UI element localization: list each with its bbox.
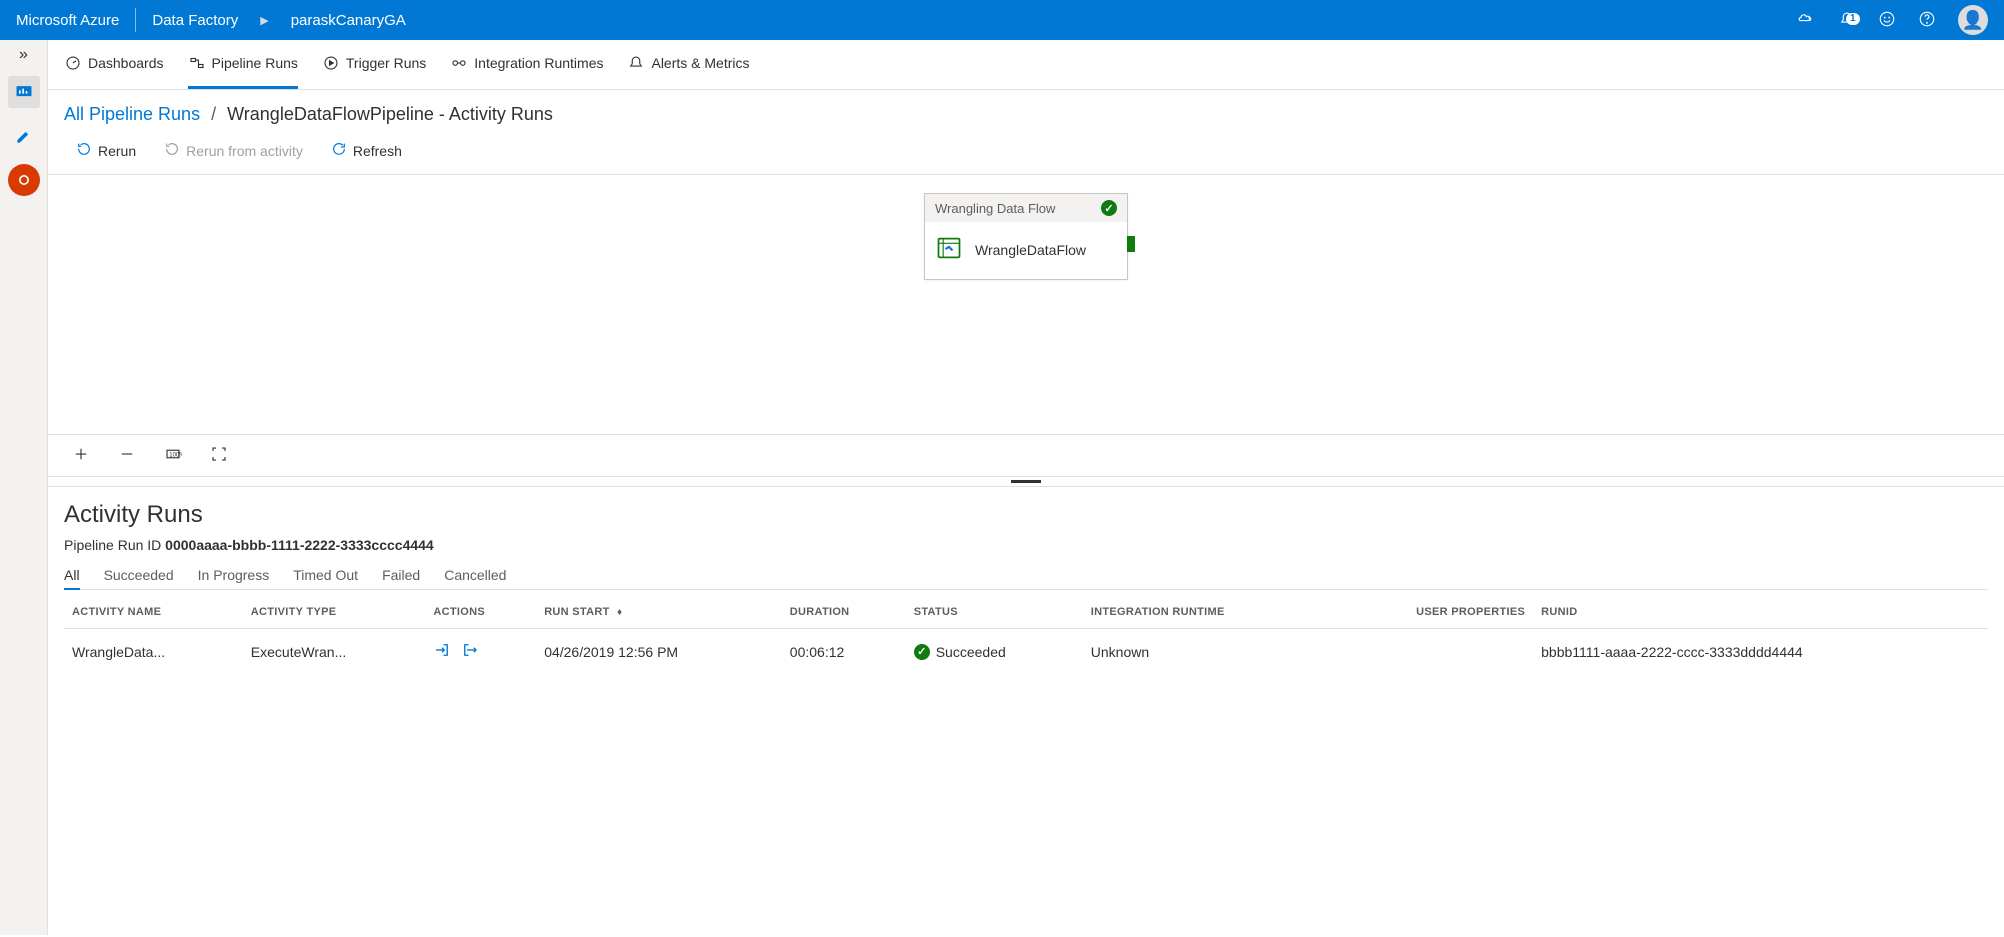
- notifications-icon[interactable]: 1: [1838, 10, 1856, 31]
- input-details-icon[interactable]: [433, 641, 451, 662]
- tab-trigger-runs[interactable]: Trigger Runs: [322, 40, 426, 89]
- breadcrumb-separator: /: [211, 104, 216, 124]
- col-run-start[interactable]: RUN START ♦: [536, 594, 782, 629]
- cell-run-start: 04/26/2019 12:56 PM: [536, 629, 782, 675]
- cell-integration-runtime: Unknown: [1083, 629, 1329, 675]
- expand-rail-icon[interactable]: »: [19, 46, 28, 64]
- split-handle[interactable]: [48, 477, 2004, 487]
- zoom-reset-icon[interactable]: 100%: [164, 445, 182, 466]
- output-details-icon[interactable]: [461, 641, 479, 662]
- tab-alerts-metrics[interactable]: Alerts & Metrics: [627, 40, 749, 89]
- col-activity-type[interactable]: ACTIVITY TYPE: [243, 594, 426, 629]
- zoom-fit-icon[interactable]: [210, 445, 228, 466]
- col-runid[interactable]: RUNID: [1533, 594, 1988, 629]
- monitor-icon[interactable]: [8, 76, 40, 108]
- cell-activity-name: WrangleData...: [64, 629, 243, 675]
- tab-label: Trigger Runs: [346, 55, 426, 71]
- status-filters: All Succeeded In Progress Timed Out Fail…: [64, 567, 1988, 590]
- col-run-start-label: RUN START: [544, 606, 609, 618]
- node-type-label: Wrangling Data Flow: [935, 201, 1055, 216]
- sort-icon: ♦: [617, 607, 622, 618]
- help-icon[interactable]: [1918, 10, 1936, 31]
- notification-count: 1: [1846, 13, 1860, 25]
- success-check-icon: [914, 644, 930, 660]
- service-crumb[interactable]: Data Factory: [152, 12, 238, 29]
- rerun-from-activity-button: Rerun from activity: [164, 141, 303, 160]
- filter-in-progress[interactable]: In Progress: [198, 567, 270, 583]
- action-label: Rerun from activity: [186, 143, 303, 159]
- run-id-value: 0000aaaa-bbbb-1111-2222-3333cccc4444: [165, 537, 434, 553]
- output-port[interactable]: [1127, 236, 1135, 252]
- cell-activity-type: ExecuteWran...: [243, 629, 426, 675]
- tab-label: Pipeline Runs: [212, 55, 298, 71]
- filter-cancelled[interactable]: Cancelled: [444, 567, 506, 583]
- cell-user-properties: [1328, 629, 1533, 675]
- activity-node[interactable]: Wrangling Data Flow WrangleDataFlow: [924, 193, 1128, 280]
- section-heading: Activity Runs: [64, 501, 1988, 529]
- brand-label[interactable]: Microsoft Azure: [16, 12, 119, 29]
- col-duration[interactable]: DURATION: [782, 594, 906, 629]
- tab-pipeline-runs[interactable]: Pipeline Runs: [188, 40, 298, 89]
- cell-actions: [425, 629, 536, 675]
- action-label: Rerun: [98, 143, 136, 159]
- top-bar: Microsoft Azure Data Factory ▶ paraskCan…: [0, 0, 2004, 40]
- dataflow-icon: [935, 234, 963, 265]
- action-label: Refresh: [353, 143, 402, 159]
- feedback-smile-icon[interactable]: [1878, 10, 1896, 31]
- activity-runs-section: Activity Runs Pipeline Run ID 0000aaaa-b…: [48, 487, 2004, 688]
- node-header: Wrangling Data Flow: [925, 194, 1127, 222]
- tab-integration-runtimes[interactable]: Integration Runtimes: [450, 40, 603, 89]
- svg-text:100%: 100%: [169, 452, 182, 458]
- table-row[interactable]: WrangleData... ExecuteWran... 04/26/2019…: [64, 629, 1988, 675]
- activity-runs-table: ACTIVITY NAME ACTIVITY TYPE ACTIONS RUN …: [64, 594, 1988, 674]
- rerun-from-activity-icon: [164, 141, 180, 160]
- separator: [135, 8, 136, 32]
- zoom-toolbar: 100%: [48, 435, 2004, 477]
- rerun-button[interactable]: Rerun: [76, 141, 136, 160]
- rerun-icon: [76, 141, 92, 160]
- monitor-tabs: Dashboards Pipeline Runs Trigger Runs In…: [48, 40, 2004, 90]
- author-pencil-icon[interactable]: [8, 120, 40, 152]
- cloud-shell-icon[interactable]: [1798, 10, 1816, 31]
- left-rail: »: [0, 40, 48, 935]
- pipeline-run-id-line: Pipeline Run ID 0000aaaa-bbbb-1111-2222-…: [64, 537, 1988, 553]
- col-actions[interactable]: ACTIONS: [425, 594, 536, 629]
- main-content: Dashboards Pipeline Runs Trigger Runs In…: [48, 40, 2004, 935]
- tab-label: Dashboards: [88, 55, 164, 71]
- node-body: WrangleDataFlow: [925, 222, 1127, 279]
- success-check-icon: [1101, 200, 1117, 216]
- run-id-label: Pipeline Run ID: [64, 537, 161, 553]
- status-text: Succeeded: [936, 644, 1006, 660]
- tab-label: Integration Runtimes: [474, 55, 603, 71]
- filter-timed-out[interactable]: Timed Out: [293, 567, 358, 583]
- tab-label: Alerts & Metrics: [651, 55, 749, 71]
- breadcrumb-current: WrangleDataFlowPipeline - Activity Runs: [227, 104, 553, 124]
- breadcrumb-area: Microsoft Azure Data Factory ▶ paraskCan…: [16, 8, 406, 32]
- action-bar: Rerun Rerun from activity Refresh: [48, 129, 2004, 175]
- chevron-right-icon: ▶: [260, 14, 268, 27]
- toolbar-icons: 1: [1798, 5, 1988, 35]
- tab-dashboards[interactable]: Dashboards: [64, 40, 164, 89]
- page-breadcrumb: All Pipeline Runs / WrangleDataFlowPipel…: [48, 90, 2004, 129]
- col-integration-runtime[interactable]: INTEGRATION RUNTIME: [1083, 594, 1329, 629]
- resource-crumb[interactable]: paraskCanaryGA: [291, 12, 406, 29]
- refresh-button[interactable]: Refresh: [331, 141, 402, 160]
- filter-succeeded[interactable]: Succeeded: [104, 567, 174, 583]
- col-activity-name[interactable]: ACTIVITY NAME: [64, 594, 243, 629]
- pipeline-canvas[interactable]: Wrangling Data Flow WrangleDataFlow: [48, 175, 2004, 435]
- cell-runid: bbbb1111-aaaa-2222-cccc-3333dddd4444: [1533, 629, 1988, 675]
- col-user-properties[interactable]: USER PROPERTIES: [1328, 594, 1533, 629]
- filter-all[interactable]: All: [64, 567, 80, 590]
- col-status[interactable]: STATUS: [906, 594, 1083, 629]
- zoom-out-icon[interactable]: [118, 445, 136, 466]
- zoom-in-icon[interactable]: [72, 445, 90, 466]
- cell-status: Succeeded: [906, 629, 1083, 675]
- cell-duration: 00:06:12: [782, 629, 906, 675]
- user-avatar[interactable]: [1958, 5, 1988, 35]
- node-name: WrangleDataFlow: [975, 242, 1086, 258]
- manage-icon[interactable]: [8, 164, 40, 196]
- refresh-icon: [331, 141, 347, 160]
- breadcrumb-root-link[interactable]: All Pipeline Runs: [64, 104, 200, 124]
- filter-failed[interactable]: Failed: [382, 567, 420, 583]
